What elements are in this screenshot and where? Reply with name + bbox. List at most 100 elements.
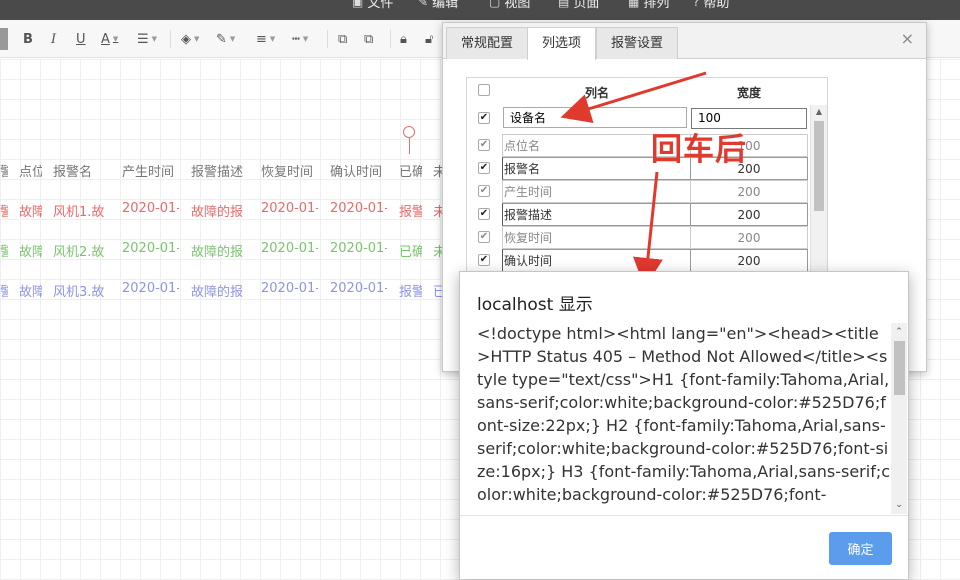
column-width-cell[interactable]: 200 xyxy=(690,249,808,272)
alert-footer: 确定 xyxy=(460,515,908,579)
bring-front-icon: ⧉ xyxy=(338,31,348,47)
fill-color-button[interactable]: ◈ ▼ xyxy=(181,29,199,49)
table-cell: 故障的报 xyxy=(191,205,244,220)
table-cell: 2020-01- xyxy=(261,201,318,216)
line-style-icon: ┅ xyxy=(292,31,300,47)
menu-file[interactable]: ▣ 文件 xyxy=(352,0,393,11)
line-color-button[interactable]: ✎ ▼ xyxy=(216,29,235,49)
alert-scrollbar[interactable]: ⌃ ⌄ xyxy=(891,323,907,514)
header-cell: 确认时间 xyxy=(330,165,383,180)
tab-columns[interactable]: 列选项 xyxy=(527,27,597,60)
select-all-checkbox[interactable] xyxy=(478,84,490,96)
header-cell: 点位 xyxy=(19,165,42,180)
table-cell: 报警 xyxy=(399,205,422,220)
column-width-cell[interactable]: 200 xyxy=(690,226,808,249)
list-item[interactable]: ✔ 报警名 200 xyxy=(467,157,811,180)
column-list-header: 列名 宽度 xyxy=(467,78,811,105)
to-back-button[interactable]: ⧉ xyxy=(364,29,373,49)
italic-button[interactable]: I xyxy=(51,29,56,49)
table-cell: 风机1.故 xyxy=(53,205,105,220)
scroll-thumb[interactable] xyxy=(894,341,905,395)
menu-view[interactable]: ▢ 视图 xyxy=(489,0,530,11)
header-cell: 警 xyxy=(0,165,8,180)
lock-button[interactable]: 🔒︎ xyxy=(400,29,407,49)
list-item[interactable]: ✔ 恢复时间 200 xyxy=(467,226,811,249)
line-width-icon: ≡ xyxy=(256,31,267,47)
menu-arrange[interactable]: ▦ 排列 xyxy=(628,0,669,11)
to-front-button[interactable]: ⧉ xyxy=(338,29,347,49)
menu-page[interactable]: ▤ 页面 xyxy=(558,0,599,11)
column-name-header: 列名 xyxy=(585,86,610,100)
table-cell: 故障 xyxy=(19,205,42,220)
help-icon: ? xyxy=(693,0,700,9)
table-cell: 2020-01- xyxy=(261,241,318,256)
list-item-editing: ✔ xyxy=(467,107,811,130)
column-name-cell[interactable]: 报警描述 xyxy=(502,203,690,226)
row-checkbox[interactable]: ✔ xyxy=(478,254,490,266)
row-checkbox[interactable]: ✔ xyxy=(478,139,490,151)
underline-button[interactable]: U xyxy=(76,29,86,49)
line-width-button[interactable]: ≡ ▼ xyxy=(256,29,275,49)
column-width-header: 宽度 xyxy=(737,86,762,100)
table-cell: 警 xyxy=(0,205,8,220)
ok-button[interactable]: 确定 xyxy=(829,532,892,565)
pen-icon: ✎ xyxy=(216,31,227,47)
row-checkbox[interactable]: ✔ xyxy=(478,185,490,197)
chevron-down-icon: ▼ xyxy=(269,35,276,43)
chevron-down-icon: ▼ xyxy=(151,35,158,43)
anchor-line xyxy=(409,138,410,154)
header-cell: 报警描述 xyxy=(191,165,244,180)
table-cell: 2020-01- xyxy=(261,281,318,296)
alert-title: localhost 显示 xyxy=(477,295,593,315)
dialog-tab-bar: 常规配置 列选项 报警设置 × xyxy=(443,23,926,60)
column-name-cell[interactable]: 产生时间 xyxy=(502,180,690,203)
scroll-thumb[interactable] xyxy=(814,121,824,211)
toolbar-divider xyxy=(390,30,391,48)
unlock-button[interactable]: 🔓︎ xyxy=(425,29,433,49)
table-cell: 风机2.故 xyxy=(53,245,105,260)
alert-dialog: localhost 显示 <!doctype html><html lang="… xyxy=(459,271,909,579)
table-cell: 2020-01- xyxy=(122,281,179,296)
tab-general[interactable]: 常规配置 xyxy=(446,27,529,59)
row-checkbox[interactable]: ✔ xyxy=(478,162,490,174)
list-item[interactable]: ✔ 确认时间 200 xyxy=(467,249,811,272)
bold-button[interactable]: B xyxy=(23,29,33,49)
row-checkbox[interactable]: ✔ xyxy=(478,231,490,243)
table-cell: 故障 xyxy=(19,245,42,260)
list-item[interactable]: ✔ 报警描述 200 xyxy=(467,203,811,226)
menu-help[interactable]: ? 帮助 xyxy=(693,0,729,11)
list-item[interactable]: ✔ 点位名 100 xyxy=(467,134,811,157)
column-name-cell[interactable]: 恢复时间 xyxy=(502,226,690,249)
table-cell: 警 xyxy=(0,245,8,260)
font-color-button[interactable]: A ▼ xyxy=(101,29,118,49)
align-button[interactable]: ☰ ▼ xyxy=(137,29,157,49)
font-size-stepper[interactable] xyxy=(0,28,8,50)
scroll-down-icon[interactable]: ⌄ xyxy=(891,498,907,512)
table-cell: 已确 xyxy=(399,245,422,260)
tab-alarm-settings[interactable]: 报警设置 xyxy=(596,27,679,59)
unlock-icon: 🔓︎ xyxy=(425,31,434,47)
column-name-cell[interactable]: 确认时间 xyxy=(502,249,690,272)
close-icon[interactable]: × xyxy=(901,29,914,48)
list-item[interactable]: ✔ 产生时间 200 xyxy=(467,180,811,203)
alert-message: <!doctype html><html lang="en"><head><ti… xyxy=(477,324,891,504)
scroll-up-icon[interactable]: ⌃ xyxy=(891,325,907,339)
table-cell: 报警 xyxy=(399,285,422,300)
table-cell: 2020-01- xyxy=(330,201,387,216)
header-cell: 产生时间 xyxy=(122,165,175,180)
column-width-cell[interactable]: 200 xyxy=(690,203,808,226)
toolbar-divider xyxy=(327,30,328,48)
row-checkbox[interactable]: ✔ xyxy=(478,112,490,124)
anchor-handle[interactable] xyxy=(403,126,415,138)
row-checkbox[interactable]: ✔ xyxy=(478,208,490,220)
menu-edit[interactable]: ✎ 编辑 xyxy=(418,0,458,11)
edit-icon: ✎ xyxy=(418,0,429,9)
scroll-up-icon[interactable]: ▲ xyxy=(811,105,827,119)
header-cell: 已确 xyxy=(399,165,422,180)
column-list-scrollbar[interactable]: ▲ xyxy=(810,105,827,276)
line-style-button[interactable]: ┅ ▼ xyxy=(292,29,308,49)
table-cell: 警 xyxy=(0,285,8,300)
column-width-cell[interactable]: 200 xyxy=(690,180,808,203)
table-cell: 2020-01- xyxy=(122,201,179,216)
chevron-down-icon: ▼ xyxy=(229,35,236,43)
